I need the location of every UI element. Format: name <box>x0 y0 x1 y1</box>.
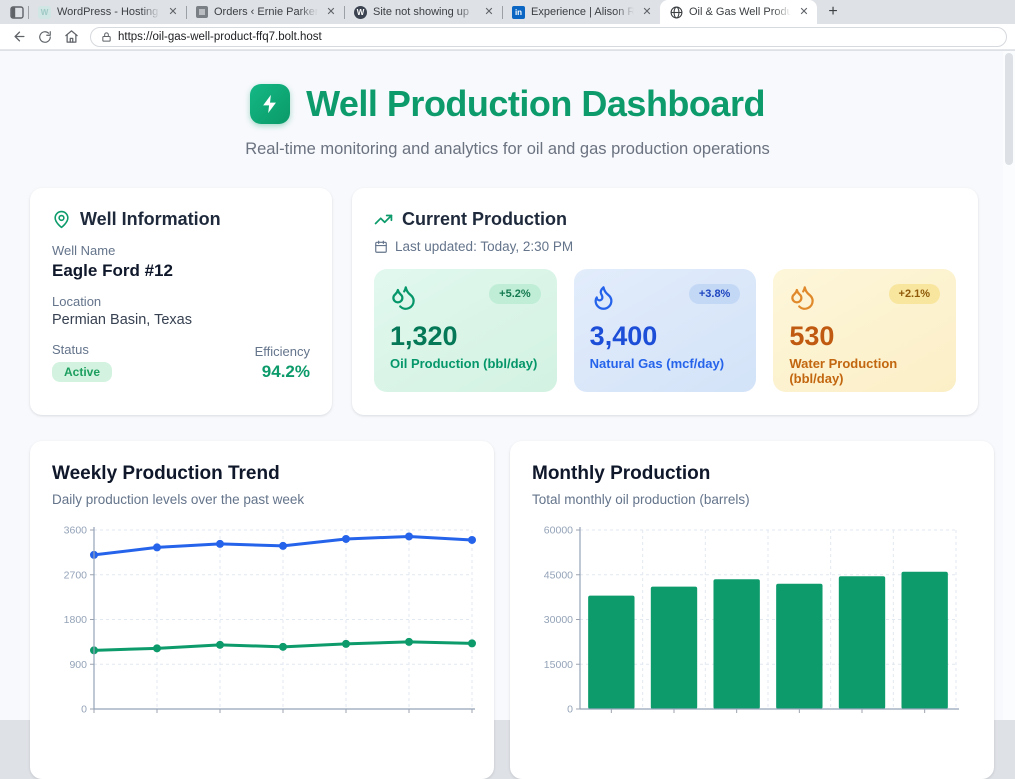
flame-icon <box>590 284 617 311</box>
status-label: Status <box>52 342 112 357</box>
water-label: Water Production (bbl/day) <box>789 356 940 386</box>
tab-title: Site not showing up <box>373 6 476 18</box>
tab-close-icon[interactable]: ✕ <box>640 5 654 19</box>
wordpress-dark-icon: W <box>354 6 367 19</box>
page-scrollbar[interactable] <box>1003 51 1015 720</box>
gas-value: 3,400 <box>590 321 741 352</box>
oil-label: Oil Production (bbl/day) <box>390 356 541 371</box>
tab-close-icon[interactable]: ✕ <box>482 5 496 19</box>
current-production-title: Current Production <box>402 209 567 230</box>
wordpress-admin-icon <box>196 6 208 18</box>
current-production-card: Current Production Last updated: Today, … <box>352 188 978 415</box>
home-button[interactable] <box>60 26 82 48</box>
home-icon <box>64 29 79 44</box>
address-bar[interactable]: https://oil-gas-well-product-ffq7.bolt.h… <box>90 27 1007 47</box>
last-updated-text: Last updated: Today, 2:30 PM <box>395 239 573 254</box>
oil-value: 1,320 <box>390 321 541 352</box>
scrollbar-thumb[interactable] <box>1005 53 1013 165</box>
natural-gas-stat: +3.8% 3,400 Natural Gas (mcf/day) <box>574 269 757 392</box>
tab-title: Orders ‹ Ernie Parker — WordPress <box>214 6 318 18</box>
weekly-trend-chart: 0 900 1800 2700 3600 <box>52 522 496 732</box>
app-logo <box>250 84 290 124</box>
calendar-icon <box>374 240 388 254</box>
svg-text:45000: 45000 <box>544 569 573 581</box>
lock-icon <box>101 31 112 43</box>
browser-tab-wordpress-hosting[interactable]: W WordPress - Hosting ✕ <box>29 0 186 24</box>
svg-text:30000: 30000 <box>544 614 573 626</box>
dashboard-page: Well Production Dashboard Real-time moni… <box>0 51 1015 720</box>
tab-actions-glyph <box>10 6 24 19</box>
browser-tab-bar: W WordPress - Hosting ✕ Orders ‹ Ernie P… <box>0 0 1015 24</box>
well-info-title: Well Information <box>80 209 221 230</box>
wordpress-faded-icon: W <box>38 6 51 19</box>
location-label: Location <box>52 294 310 309</box>
droplets-icon <box>390 284 417 311</box>
tab-actions-icon[interactable] <box>6 2 28 22</box>
browser-navbar: https://oil-gas-well-product-ffq7.bolt.h… <box>0 24 1015 50</box>
droplets-icon <box>789 284 816 311</box>
browser-tab-linkedin[interactable]: in Experience | Alison Reed | LinkedIn ✕ <box>503 0 660 24</box>
weekly-trend-title: Weekly Production Trend <box>52 463 472 485</box>
new-tab-button[interactable]: + <box>821 0 845 24</box>
change-badge: +5.2% <box>489 284 541 304</box>
tab-close-icon[interactable]: ✕ <box>324 5 338 19</box>
back-icon <box>12 29 27 44</box>
tab-title: WordPress - Hosting <box>57 6 160 18</box>
refresh-icon <box>38 30 52 44</box>
tab-title: Oil & Gas Well Production Dashboard <box>689 6 791 18</box>
gas-label: Natural Gas (mcf/day) <box>590 356 741 371</box>
water-value: 530 <box>789 321 940 352</box>
tab-title: Experience | Alison Reed | LinkedIn <box>531 6 634 18</box>
well-information-card: Well Information Well Name Eagle Ford #1… <box>30 188 332 415</box>
browser-tab-orders[interactable]: Orders ‹ Ernie Parker — WordPress ✕ <box>187 0 344 24</box>
weekly-trend-card: Weekly Production Trend Daily production… <box>30 441 494 779</box>
svg-text:60000: 60000 <box>544 525 573 537</box>
weekly-trend-subtitle: Daily production levels over the past we… <box>52 492 472 507</box>
monthly-production-subtitle: Total monthly oil production (barrels) <box>532 492 972 507</box>
oil-production-stat: +5.2% 1,320 Oil Production (bbl/day) <box>374 269 557 392</box>
svg-text:1800: 1800 <box>64 614 88 626</box>
page-subtitle: Real-time monitoring and analytics for o… <box>0 140 1015 159</box>
globe-icon <box>669 5 683 19</box>
svg-text:0: 0 <box>567 704 573 716</box>
change-badge: +2.1% <box>889 284 941 304</box>
zap-icon <box>259 93 281 115</box>
monthly-production-chart: 0 15000 30000 45000 60000 <box>532 522 972 732</box>
page-header: Well Production Dashboard Real-time moni… <box>0 51 1015 159</box>
well-name-value: Eagle Ford #12 <box>52 261 310 281</box>
svg-text:900: 900 <box>69 659 87 671</box>
browser-tab-site-not-showing[interactable]: W Site not showing up ✕ <box>345 0 502 24</box>
monthly-production-title: Monthly Production <box>532 463 972 485</box>
svg-text:2700: 2700 <box>64 569 88 581</box>
browser-tab-dashboard-active[interactable]: Oil & Gas Well Production Dashboard ✕ <box>660 0 817 24</box>
linkedin-icon: in <box>512 6 525 19</box>
tab-close-icon[interactable]: ✕ <box>797 5 811 19</box>
status-badge: Active <box>52 362 112 382</box>
change-badge: +3.8% <box>689 284 741 304</box>
tab-close-icon[interactable]: ✕ <box>166 5 180 19</box>
water-production-stat: +2.1% 530 Water Production (bbl/day) <box>773 269 956 392</box>
svg-text:3600: 3600 <box>64 525 88 537</box>
svg-text:0: 0 <box>81 704 87 716</box>
back-button[interactable] <box>8 26 30 48</box>
map-pin-icon <box>52 210 71 229</box>
efficiency-label: Efficiency <box>255 344 310 359</box>
url-text: https://oil-gas-well-product-ffq7.bolt.h… <box>118 31 322 43</box>
trending-up-icon <box>374 210 393 229</box>
refresh-button[interactable] <box>34 26 56 48</box>
efficiency-value: 94.2% <box>255 362 310 382</box>
location-value: Permian Basin, Texas <box>52 312 310 328</box>
svg-text:15000: 15000 <box>544 659 573 671</box>
monthly-production-card: Monthly Production Total monthly oil pro… <box>510 441 994 779</box>
well-name-label: Well Name <box>52 243 310 258</box>
page-title: Well Production Dashboard <box>306 83 765 125</box>
